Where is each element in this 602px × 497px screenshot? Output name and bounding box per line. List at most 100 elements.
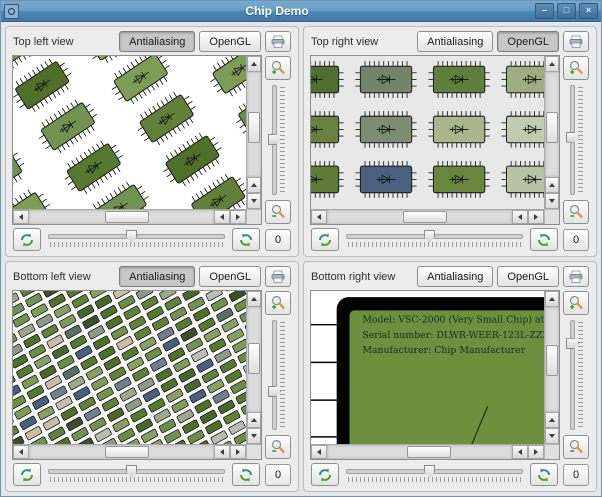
- rotate-right-button[interactable]: [530, 228, 558, 251]
- graphics-view-canvas[interactable]: [13, 56, 246, 209]
- rotate-right-button[interactable]: [232, 228, 260, 251]
- zoom-in-icon: [569, 60, 583, 75]
- opengl-button[interactable]: OpenGL: [199, 31, 261, 52]
- scroll-right-button[interactable]: [528, 445, 544, 459]
- scroll-up-button-2[interactable]: [247, 412, 261, 428]
- graphics-view-canvas[interactable]: Model: VSC-2000 (Very Small Chip) at 9 Se…: [311, 291, 544, 444]
- zoom-slider[interactable]: [565, 83, 587, 197]
- rotate-slider[interactable]: [344, 464, 525, 486]
- vscroll-thumb[interactable]: [546, 344, 558, 377]
- hscroll-groove[interactable]: [327, 445, 512, 459]
- print-button[interactable]: [563, 266, 589, 287]
- scroll-left-button[interactable]: [311, 210, 327, 224]
- scroll-left-button-2[interactable]: [214, 210, 230, 224]
- zoom-out-button[interactable]: [265, 435, 291, 459]
- zoom-in-button[interactable]: [563, 291, 589, 315]
- scroll-down-button[interactable]: [247, 428, 261, 444]
- scroll-left-button[interactable]: [13, 210, 29, 224]
- horizontal-scrollbar[interactable]: [311, 209, 544, 224]
- zoom-out-button[interactable]: [265, 200, 291, 224]
- rotate-right-button[interactable]: [530, 463, 558, 486]
- horizontal-scrollbar[interactable]: [13, 209, 246, 224]
- zoom-slider[interactable]: [565, 318, 587, 432]
- close-button[interactable]: ×: [579, 3, 598, 19]
- svg-text:Serial number: DLWR-WEER-123L-: Serial number: DLWR-WEER-123L-ZZ33: [362, 330, 544, 341]
- scroll-left-button[interactable]: [13, 445, 29, 459]
- rotate-slider[interactable]: [344, 229, 525, 251]
- scroll-up-button-2[interactable]: [545, 412, 559, 428]
- scroll-right-button[interactable]: [230, 445, 246, 459]
- scroll-down-button[interactable]: [545, 428, 559, 444]
- vertical-scrollbar[interactable]: [544, 291, 559, 444]
- vscroll-thumb[interactable]: [248, 111, 260, 144]
- titlebar[interactable]: Chip Demo – □ ×: [1, 1, 601, 22]
- hscroll-thumb[interactable]: [104, 446, 150, 458]
- vscroll-groove[interactable]: [545, 307, 559, 412]
- rotate-left-button[interactable]: [13, 228, 41, 251]
- vscroll-groove[interactable]: [247, 307, 261, 412]
- horizontal-scrollbar[interactable]: [311, 444, 544, 459]
- scroll-right-button[interactable]: [230, 210, 246, 224]
- scroll-down-button[interactable]: [545, 193, 559, 209]
- scroll-left-button-2[interactable]: [214, 445, 230, 459]
- scroll-right-button[interactable]: [528, 210, 544, 224]
- rotate-left-button[interactable]: [311, 228, 339, 251]
- scroll-up-button[interactable]: [247, 291, 261, 307]
- zoom-out-button[interactable]: [563, 200, 589, 224]
- vscroll-groove[interactable]: [545, 72, 559, 177]
- vscroll-thumb[interactable]: [546, 111, 558, 144]
- rotate-left-button[interactable]: [311, 463, 339, 486]
- print-button[interactable]: [265, 266, 291, 287]
- zoom-in-button[interactable]: [265, 56, 291, 80]
- opengl-button[interactable]: OpenGL: [497, 266, 559, 287]
- vscroll-thumb[interactable]: [248, 342, 260, 375]
- vertical-scrollbar[interactable]: [246, 56, 261, 209]
- zoom-slider[interactable]: [267, 318, 289, 432]
- antialiasing-button[interactable]: Antialiasing: [417, 31, 494, 52]
- application-icon[interactable]: [4, 3, 19, 19]
- graphics-view-canvas[interactable]: [13, 291, 246, 444]
- print-button[interactable]: [265, 31, 291, 52]
- hscroll-thumb[interactable]: [402, 211, 448, 223]
- scroll-up-button[interactable]: [247, 56, 261, 72]
- antialiasing-button[interactable]: Antialiasing: [119, 31, 196, 52]
- hscroll-groove[interactable]: [327, 210, 512, 224]
- rotate-slider[interactable]: [46, 229, 227, 251]
- hscroll-thumb[interactable]: [406, 446, 451, 458]
- horizontal-scrollbar[interactable]: [13, 444, 246, 459]
- opengl-button[interactable]: OpenGL: [497, 31, 559, 52]
- antialiasing-button[interactable]: Antialiasing: [119, 266, 196, 287]
- hscroll-thumb[interactable]: [104, 211, 150, 223]
- antialiasing-button[interactable]: Antialiasing: [417, 266, 494, 287]
- scroll-left-button-2[interactable]: [512, 210, 528, 224]
- zoom-out-button[interactable]: [563, 435, 589, 459]
- scroll-up-button-2[interactable]: [545, 177, 559, 193]
- print-button[interactable]: [563, 31, 589, 52]
- maximize-button[interactable]: □: [557, 3, 576, 19]
- view-panel-top-left: Top left view Antialiasing OpenGL 0: [5, 26, 299, 257]
- rotate-left-button[interactable]: [13, 463, 41, 486]
- scrollbar-corner: [544, 209, 559, 224]
- zoom-slider-ticks: [578, 87, 583, 193]
- hscroll-groove[interactable]: [29, 445, 214, 459]
- zoom-in-button[interactable]: [265, 291, 291, 315]
- rotate-left-icon: [319, 233, 331, 246]
- scroll-up-button[interactable]: [545, 291, 559, 307]
- zoom-in-button[interactable]: [563, 56, 589, 80]
- rotate-right-button[interactable]: [232, 463, 260, 486]
- scroll-up-button-2[interactable]: [247, 177, 261, 193]
- scroll-left-button-2[interactable]: [512, 445, 528, 459]
- scroll-up-button[interactable]: [545, 56, 559, 72]
- scroll-down-button[interactable]: [247, 193, 261, 209]
- arrow-down-icon: [251, 434, 257, 438]
- graphics-view-canvas[interactable]: [311, 56, 544, 209]
- hscroll-groove[interactable]: [29, 210, 214, 224]
- vscroll-groove[interactable]: [247, 72, 261, 177]
- scroll-left-button[interactable]: [311, 445, 327, 459]
- minimize-button[interactable]: –: [535, 3, 554, 19]
- zoom-slider[interactable]: [267, 83, 289, 197]
- vertical-scrollbar[interactable]: [246, 291, 261, 444]
- opengl-button[interactable]: OpenGL: [199, 266, 261, 287]
- vertical-scrollbar[interactable]: [544, 56, 559, 209]
- rotate-slider[interactable]: [46, 464, 227, 486]
